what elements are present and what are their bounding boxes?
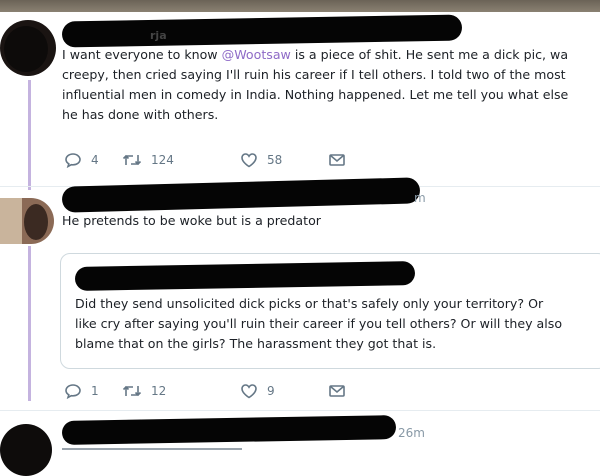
tweet-line: influential men in comedy in India. Noth…: [62, 87, 569, 102]
retweet-icon: [122, 383, 142, 399]
tweet-line: creepy, then cried saying I'll ruin his …: [62, 67, 566, 82]
avatar[interactable]: [0, 20, 56, 76]
quoted-tweet-text: Did they send unsolicited dick picks or …: [75, 294, 562, 354]
thread-line: [28, 80, 31, 190]
quote-line: Did they send unsolicited dick picks or …: [75, 296, 544, 311]
tweet-line: he has done with others.: [62, 107, 219, 122]
retweet-icon: [122, 152, 142, 168]
like-count: 9: [267, 384, 275, 398]
like-icon: [240, 383, 258, 399]
like-count: 58: [267, 153, 283, 167]
retweet-button[interactable]: 124: [122, 150, 174, 170]
retweet-button[interactable]: 12: [122, 381, 166, 401]
reply-count: 1: [91, 384, 99, 398]
tweet-text: I want everyone to know @Wootsaw is a pi…: [62, 45, 568, 125]
like-button[interactable]: 58: [240, 150, 282, 170]
message-button[interactable]: [328, 381, 346, 401]
header-fragment: m: [414, 191, 426, 205]
reply-button[interactable]: 1: [64, 381, 99, 401]
quote-line: blame that on the girls? The harassment …: [75, 336, 437, 351]
reply-icon: [64, 383, 82, 399]
browser-top-strip: [0, 0, 600, 12]
message-icon: [328, 383, 346, 399]
tweet-timestamp[interactable]: 26m: [398, 426, 425, 440]
tweet-line: I want everyone to know @Wootsaw is a pi…: [62, 47, 569, 62]
like-button[interactable]: 9: [240, 381, 275, 401]
avatar[interactable]: [0, 198, 54, 244]
message-icon: [328, 152, 346, 168]
quoted-tweet-card[interactable]: Did they send unsolicited dick picks or …: [60, 253, 600, 369]
tweet-text: He pretends to be woke but is a predator: [62, 213, 321, 228]
redacted-username: [61, 177, 421, 213]
message-button[interactable]: [328, 150, 346, 170]
like-icon: [240, 152, 258, 168]
reply-icon: [64, 152, 82, 168]
redacted-username: [61, 14, 463, 48]
quote-line: like cry after saying you'll ruin their …: [75, 316, 563, 331]
mention-link[interactable]: @Wootsaw: [222, 47, 291, 62]
reply-button[interactable]: 4: [64, 150, 99, 170]
divider: [0, 410, 600, 411]
avatar[interactable]: [0, 424, 52, 476]
tweet-text-cutoff: [62, 444, 272, 450]
reply-count: 4: [91, 153, 99, 167]
retweet-count: 124: [151, 153, 174, 167]
redacted-username: [74, 261, 416, 291]
thread-line: [28, 246, 31, 401]
retweet-count: 12: [151, 384, 167, 398]
redacted-username: [61, 415, 397, 445]
header-fragment: rja: [150, 29, 167, 42]
